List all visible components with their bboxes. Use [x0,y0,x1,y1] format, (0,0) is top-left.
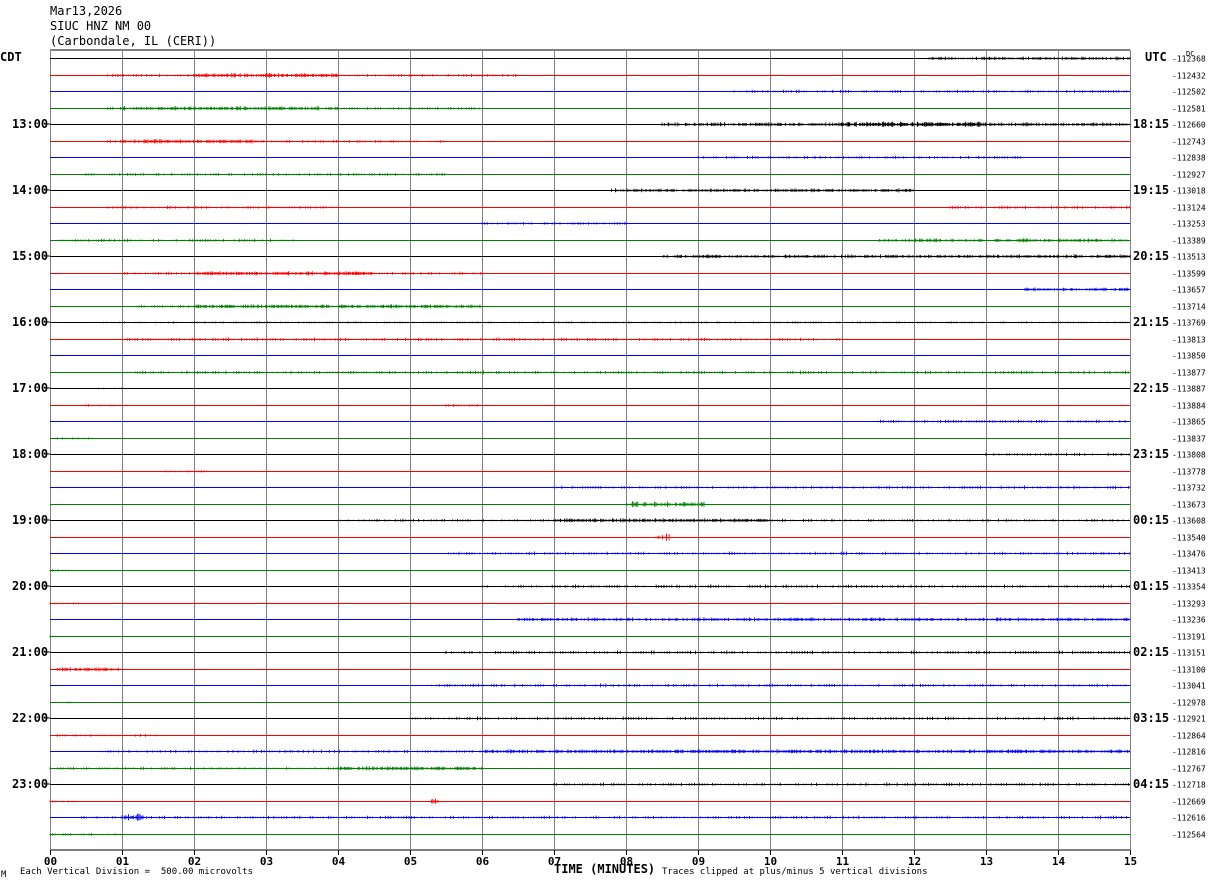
x-tick-label: 13 [980,855,993,868]
dc-offset-label: -113714 [1172,303,1206,312]
dc-offset-label: -112581 [1172,105,1206,114]
dc-offset-label: -113151 [1172,649,1206,658]
dc-offset-label: -112978 [1172,699,1206,708]
x-tick-label: 05 [404,855,417,868]
dc-offset-label: -112564 [1172,831,1206,840]
dc-offset-label: -113389 [1172,237,1206,246]
dc-offset-label: -112616 [1172,814,1206,823]
right-hour-label: 04:15 [1133,777,1169,791]
dc-offset-label: -113808 [1172,451,1206,460]
dc-offset-label: -112921 [1172,715,1206,724]
dc-offset-label: -113293 [1172,600,1206,609]
right-hour-label: 22:15 [1133,381,1169,395]
x-tick-label: 06 [476,855,490,868]
dc-offset-label: -113732 [1172,484,1206,493]
dc-offset-label: -113191 [1172,633,1206,642]
dc-offset-label: -113413 [1172,567,1206,576]
left-hour-label: 21:00 [12,645,48,659]
x-axis-title: TIME (MINUTES) [554,862,656,876]
corner-mark: M [1,870,7,880]
dc-offset-label: -112718 [1172,781,1206,790]
right-hour-label: 03:15 [1133,711,1169,725]
helicorder-plot: 00 01 02 03 04 05 06 07 08 09 10 11 12 13 14 15-112368-… [12,49,1206,868]
dc-offset-label: -113253 [1172,220,1206,229]
clip-note: Traces clipped at plus/minus 5 vertical … [662,867,928,877]
x-tick-label: 04 [332,855,346,868]
scale-note: Each Vertical Division = 500.00 microvol… [20,867,253,877]
right-hour-label: 01:15 [1133,579,1169,593]
dc-offset-label: -113608 [1172,517,1206,526]
dc-offset-label: -113236 [1172,616,1206,625]
right-hour-label: 18:15 [1133,117,1169,131]
x-tick-label: 15 [1124,855,1137,868]
x-tick-label: 14 [1052,855,1066,868]
right-hour-label: 00:15 [1133,513,1169,527]
dc-offset-label: -113018 [1172,187,1206,196]
right-hour-label: 21:15 [1133,315,1169,329]
dc-offset-label: -112864 [1172,732,1206,741]
dc-label: DC [1186,50,1194,58]
dc-offset-label: -113813 [1172,336,1206,345]
right-hour-label: 20:15 [1133,249,1169,263]
trace-signal [135,304,482,309]
left-hour-label: 18:00 [12,447,48,461]
dc-offset-label: -113778 [1172,468,1206,477]
dc-offset-label: -112432 [1172,72,1206,81]
left-hour-label: 23:00 [12,777,48,791]
right-hour-label: 02:15 [1133,645,1169,659]
right-hour-label: 23:15 [1133,447,1169,461]
left-hour-label: 15:00 [12,249,48,263]
dc-offset-label: -112743 [1172,138,1206,147]
dc-offset-label: -113850 [1172,352,1206,361]
left-hour-label: 17:00 [12,381,48,395]
dc-offset-label: -113540 [1172,534,1206,543]
dc-offset-label: -113100 [1172,666,1206,675]
dc-offset-label: -113884 [1172,402,1206,411]
dc-offset-label: -113657 [1172,286,1206,295]
dc-offset-label: -113865 [1172,418,1206,427]
dc-offset-label: -113354 [1172,583,1206,592]
dc-offset-label: -113887 [1172,385,1206,394]
trace-signal [611,188,914,193]
trace-signal [661,121,1131,127]
trace-signal [625,501,705,508]
trace-signal [661,254,1131,259]
dc-offset-label: -113124 [1172,204,1206,213]
dc-offset-label: -112502 [1172,88,1206,97]
dc-offset-label: -112660 [1172,121,1206,130]
left-hour-label: 14:00 [12,183,48,197]
dc-offset-label: -112838 [1172,154,1206,163]
dc-offset-label: -113837 [1172,435,1206,444]
left-hour-label: 20:00 [12,579,48,593]
dc-offset-label: -113513 [1172,253,1206,262]
dc-offset-label: -113041 [1172,682,1206,691]
dc-offset-label: -112767 [1172,765,1206,774]
dc-offset-label: -112816 [1172,748,1206,757]
dc-offset-label: -113673 [1172,501,1206,510]
right-hour-label: 19:15 [1133,183,1169,197]
trace-signal [49,766,483,771]
x-tick-label: 03 [260,855,273,868]
left-hour-label: 19:00 [12,513,48,527]
dc-offset-label: -113599 [1172,270,1206,279]
left-hour-label: 13:00 [12,117,48,131]
dc-offset-label: -112927 [1172,171,1206,180]
dc-offset-label: -113769 [1172,319,1206,328]
left-hour-label: 16:00 [12,315,48,329]
left-hour-label: 22:00 [12,711,48,725]
dc-offset-label: -113476 [1172,550,1206,559]
dc-offset-label: -113877 [1172,369,1206,378]
dc-offset-label: -112669 [1172,798,1206,807]
